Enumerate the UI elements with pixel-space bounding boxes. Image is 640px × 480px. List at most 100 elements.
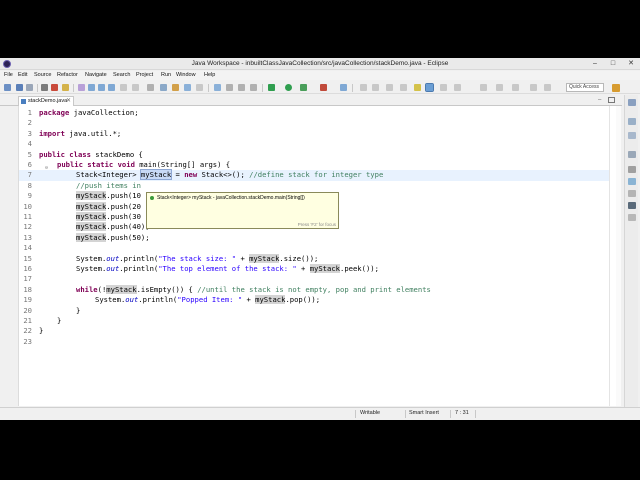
code-text: main(String[] args) { (134, 160, 231, 169)
step-return-icon[interactable] (108, 84, 115, 91)
variable-occurrence: myStack (76, 232, 107, 242)
task-list-icon[interactable] (628, 118, 636, 125)
code-text: javaCollection; (69, 108, 139, 117)
step-into-icon[interactable] (88, 84, 95, 91)
use-step-filters-icon[interactable] (132, 84, 139, 91)
code-text: .println( (138, 295, 178, 305)
debug-icon[interactable] (268, 84, 275, 91)
menu-edit[interactable]: Edit (18, 72, 27, 78)
maximize-window-button[interactable]: □ (604, 58, 622, 69)
code-text: .println( (119, 264, 159, 273)
status-separator (475, 410, 476, 418)
new-icon[interactable] (4, 84, 11, 91)
right-trim-bar (624, 95, 638, 415)
editor-scrollbar[interactable] (609, 106, 616, 406)
menu-project[interactable]: Project (136, 72, 153, 78)
code-text: .push(30 (106, 212, 141, 221)
new-java-project-icon[interactable] (214, 84, 221, 91)
previous-annotation-icon[interactable] (440, 84, 447, 91)
menu-file[interactable]: File (4, 72, 13, 78)
next-annotation-icon[interactable] (414, 84, 421, 91)
code-text: System. (76, 253, 107, 263)
code-text: = (171, 170, 185, 180)
static-field: out (106, 253, 120, 263)
toolbar-separator (73, 84, 74, 92)
coverage-icon[interactable] (300, 84, 307, 91)
step-over-icon[interactable] (98, 84, 105, 91)
toggle-mark-occurrences-icon[interactable] (360, 84, 367, 91)
external-tools-icon[interactable] (320, 84, 327, 91)
pin-editor-icon[interactable] (512, 84, 519, 91)
open-console-icon[interactable] (147, 84, 154, 91)
menu-navigate[interactable]: Navigate (85, 72, 107, 78)
code-text: + (296, 264, 310, 273)
string-literal: "The top element of the stack: " (158, 264, 297, 273)
window-title: Java Workspace - inbuiltClassJavaCollect… (191, 60, 449, 67)
problems-icon[interactable] (628, 166, 636, 173)
menu-window[interactable]: Window (176, 72, 196, 78)
menu-help[interactable]: Help (204, 72, 215, 78)
highlight-toggle-icon[interactable] (425, 83, 434, 92)
outline-icon[interactable] (628, 132, 636, 139)
code-line: 13 myStack.push(50); (19, 232, 610, 243)
menu-run[interactable]: Run (161, 72, 171, 78)
new-class-icon[interactable] (238, 84, 245, 91)
code-text: .push(40); (106, 222, 150, 232)
back-icon[interactable] (480, 84, 487, 91)
skip-breakpoints-icon[interactable] (62, 84, 69, 91)
toggle-breakpoint-icon[interactable] (51, 84, 58, 91)
nav-back-icon[interactable] (530, 84, 537, 91)
menu-source[interactable]: Source (34, 72, 51, 78)
menu-refactor[interactable]: Refactor (57, 72, 78, 78)
toolbar-separator (37, 84, 38, 92)
new-wizard-icon[interactable] (340, 84, 347, 91)
declaration-icon[interactable] (628, 190, 636, 197)
last-edit-location-icon[interactable] (454, 84, 461, 91)
run-icon[interactable] (285, 84, 292, 91)
string-literal: "The stack size: " (158, 253, 237, 263)
code-text: Stack<Integer> (76, 170, 141, 180)
console-icon[interactable] (628, 202, 636, 209)
line-number: 18 (23, 284, 32, 294)
editor-tab-stackdemo[interactable]: stackDemo.java ✕ (18, 96, 74, 106)
line-number: 9 (27, 191, 32, 201)
selected-variable[interactable]: myStack (139, 169, 173, 181)
open-type-icon[interactable] (172, 84, 179, 91)
variable-occurrence: myStack (76, 212, 107, 221)
close-window-button[interactable]: ✕ (622, 58, 640, 69)
code-line: 20} (19, 306, 610, 316)
close-tab-icon[interactable]: ✕ (66, 97, 71, 104)
save-icon[interactable] (16, 84, 23, 91)
restore-icon-2[interactable] (628, 151, 636, 158)
hover-tooltip: Stack<Integer> myStack - javaCollection.… (146, 192, 339, 229)
toggle-block-selection-icon[interactable] (372, 84, 379, 91)
minimize-window-button[interactable]: – (586, 58, 604, 69)
nav-forward-icon[interactable] (544, 84, 551, 91)
annotation-icon[interactable] (196, 84, 203, 91)
code-editor[interactable]: 1 package javaCollection; 2 3 import java.… (18, 106, 610, 406)
new-package-icon[interactable] (226, 84, 233, 91)
overview-ruler[interactable] (616, 106, 621, 406)
line-number: 13 (23, 232, 32, 242)
progress-icon[interactable] (628, 214, 636, 221)
minimize-editor-icon[interactable]: – (598, 97, 601, 103)
code-text: .pop()); (285, 295, 321, 305)
show-whitespace-icon[interactable] (386, 84, 393, 91)
variable-occurrence: myStack (76, 201, 107, 211)
restore-icon[interactable] (628, 99, 636, 106)
forward-icon[interactable] (496, 84, 503, 91)
code-text: .push(20 (106, 201, 141, 211)
java-perspective-icon[interactable] (612, 84, 620, 92)
print-icon[interactable] (41, 84, 48, 91)
search-icon[interactable] (184, 84, 191, 91)
javadoc-icon[interactable] (628, 178, 636, 185)
drop-to-frame-icon[interactable] (120, 84, 127, 91)
pilcrow-icon[interactable] (400, 84, 407, 91)
save-all-icon[interactable] (26, 84, 33, 91)
java-element-icon[interactable] (160, 84, 167, 91)
quick-access-input[interactable]: Quick Access (566, 83, 604, 92)
maximize-editor-icon[interactable] (608, 97, 615, 103)
terminate-icon[interactable] (78, 84, 85, 91)
menu-search[interactable]: Search (113, 72, 130, 78)
new-interface-icon[interactable] (250, 84, 257, 91)
